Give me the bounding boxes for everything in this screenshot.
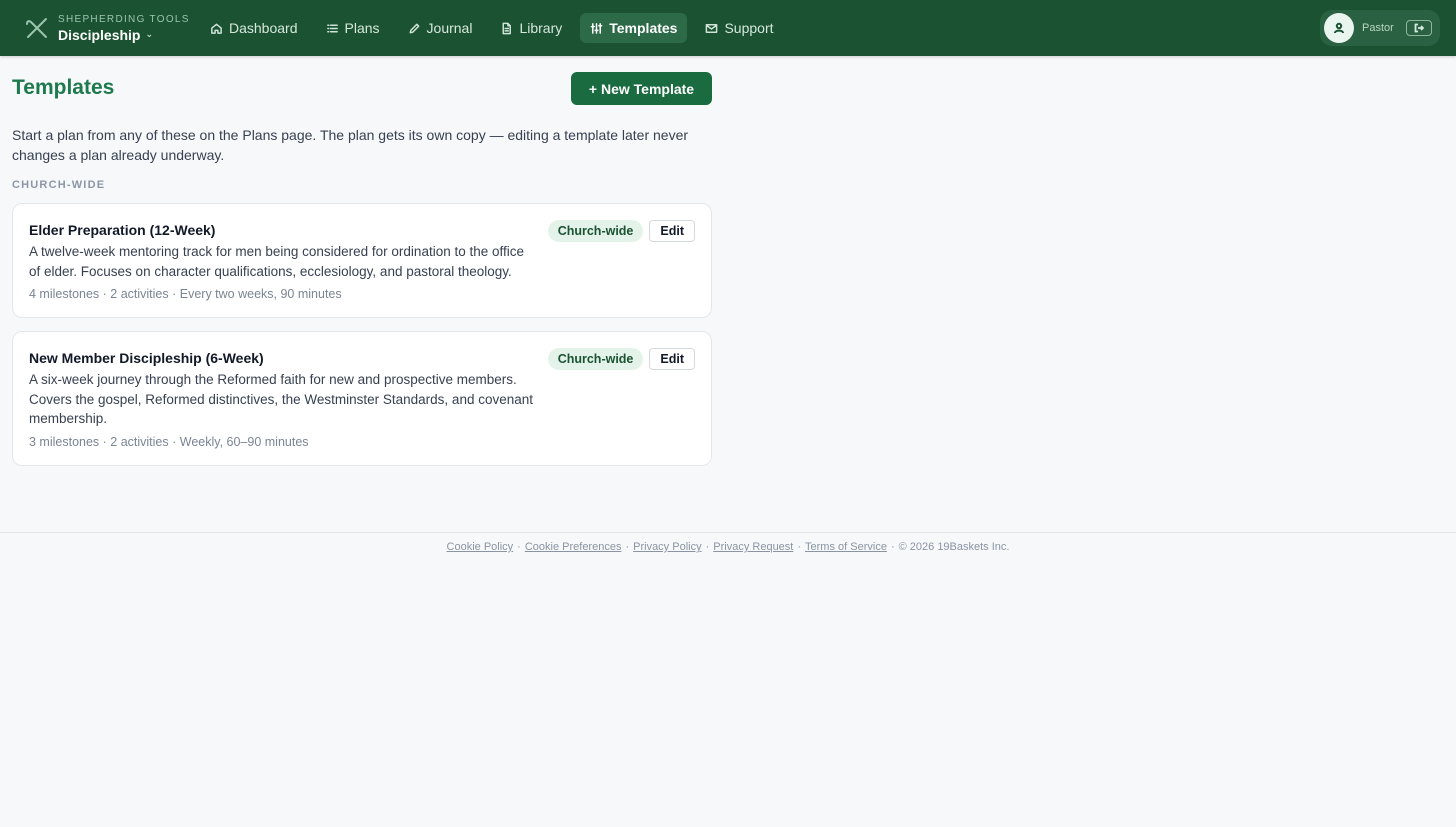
footer-separator: · — [797, 541, 802, 553]
nav-journal-label: Journal — [426, 20, 473, 36]
mail-icon — [706, 23, 718, 33]
main-nav: Dashboard Plans Journal Library Template… — [200, 13, 792, 43]
edit-template-button[interactable]: Edit — [649, 348, 695, 370]
cookie-preferences-link[interactable]: Cookie Preferences — [525, 541, 622, 553]
template-meta: 3 milestones · 2 activities · Weekly, 60… — [29, 434, 309, 449]
nav-library[interactable]: Library — [490, 13, 572, 43]
new-template-button[interactable]: + New Template — [571, 72, 712, 105]
nav-plans[interactable]: Plans — [316, 13, 390, 43]
template-description: A six-week journey through the Reformed … — [29, 372, 534, 426]
app-switcher[interactable]: SHEPHERDING TOOLS Discipleship ⌄ — [24, 12, 190, 44]
template-description: A twelve-week mentoring track for men be… — [29, 244, 525, 279]
scope-badge: Church-wide — [547, 220, 644, 242]
document-icon — [502, 22, 512, 34]
footer-separator: · — [705, 541, 710, 553]
user-role: Pastor — [1362, 22, 1394, 34]
footer-separator: · — [890, 541, 895, 553]
top-navigation-bar: SHEPHERDING TOOLS Discipleship ⌄ Dashboa… — [0, 0, 1456, 56]
template-meta: 4 milestones · 2 activities · Every two … — [29, 287, 342, 301]
nav-support[interactable]: Support — [695, 13, 783, 43]
footer-separator: · — [625, 541, 630, 553]
logout-icon — [1414, 23, 1424, 33]
nav-templates[interactable]: Templates — [580, 13, 688, 43]
footer: Cookie Policy · Cookie Preferences · Privacy… — [0, 532, 1456, 553]
terms-of-service-link[interactable]: Terms of Service — [805, 541, 887, 553]
sliders-icon — [590, 22, 603, 34]
user-icon — [1334, 22, 1344, 34]
cookie-policy-link[interactable]: Cookie Policy — [447, 541, 514, 553]
privacy-policy-link[interactable]: Privacy Policy — [633, 541, 701, 553]
privacy-request-link[interactable]: Privacy Request — [713, 541, 793, 553]
nav-library-label: Library — [519, 20, 563, 36]
edit-template-button[interactable]: Edit — [649, 220, 695, 242]
avatar — [1324, 13, 1354, 43]
template-card: New Member Discipleship (6-Week) A six-w… — [12, 331, 712, 466]
template-actions: Church-wide Edit — [547, 348, 695, 370]
brand-kicker: SHEPHERDING TOOLS — [58, 13, 190, 25]
copyright: © 2026 19Baskets Inc. — [898, 541, 1010, 553]
user-menu[interactable]: Pastor — [1320, 10, 1440, 46]
nav-plans-label: Plans — [344, 20, 380, 36]
crossed-staffs-icon — [26, 18, 47, 38]
template-card: Elder Preparation (12-Week) A twelve-wee… — [12, 203, 712, 318]
section-label-church-wide: CHURCH-WIDE — [12, 179, 106, 191]
logout-button[interactable] — [1405, 20, 1432, 36]
app-name: Discipleship — [58, 26, 141, 43]
page-intro: Start a plan from any of these on the Pl… — [12, 127, 689, 163]
nav-dashboard[interactable]: Dashboard — [200, 13, 308, 43]
template-actions: Church-wide Edit — [547, 220, 695, 242]
nav-journal[interactable]: Journal — [398, 13, 483, 43]
page-header: Templates + New Template — [12, 72, 712, 105]
nav-templates-label: Templates — [609, 20, 678, 36]
home-icon — [211, 23, 222, 34]
chevron-down-icon: ⌄ — [145, 29, 154, 39]
list-icon — [326, 24, 338, 32]
page-title: Templates — [12, 76, 115, 99]
pencil-icon — [409, 23, 419, 33]
nav-dashboard-label: Dashboard — [229, 20, 298, 36]
footer-separator: · — [517, 541, 521, 553]
brand-name: Discipleship ⌄ — [58, 28, 190, 42]
scope-badge: Church-wide — [547, 348, 644, 370]
nav-support-label: Support — [724, 20, 774, 36]
main-content: Templates + New Template Start a plan fr… — [12, 72, 712, 466]
